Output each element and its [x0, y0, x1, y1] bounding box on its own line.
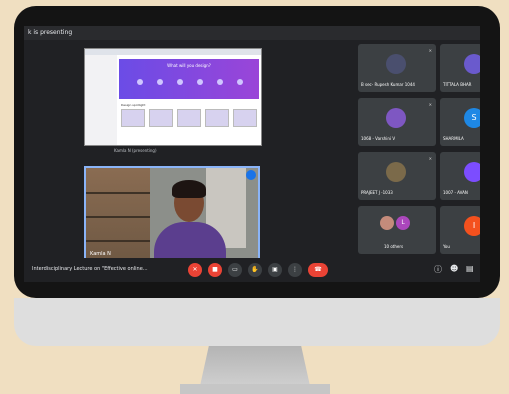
- meeting-title: Interdisciplinary Lecture on "Effective …: [32, 266, 148, 272]
- captions-icon[interactable]: ▭: [228, 263, 242, 277]
- monitor-stand-base: [180, 384, 330, 394]
- self-tile[interactable]: I You: [440, 206, 480, 254]
- meeting-controls-bar: Interdisciplinary Lecture on "Effective …: [24, 258, 480, 282]
- shared-banner-title: What will you design?: [167, 63, 211, 68]
- presenting-banner: k is presenting: [24, 26, 480, 40]
- background-shelf: [86, 168, 150, 260]
- participant-tile[interactable]: TITTALA BHAR: [440, 44, 480, 92]
- others-tile[interactable]: L 10 others: [358, 206, 436, 254]
- participant-avatar: [464, 162, 480, 182]
- participant-avatar: [386, 108, 406, 128]
- shared-thumbnail: [149, 109, 173, 127]
- speaking-indicator-icon: [246, 170, 256, 180]
- people-icon[interactable]: ☻: [450, 264, 458, 273]
- mic-off-icon[interactable]: ✕: [188, 263, 202, 277]
- participant-avatar: L: [396, 216, 410, 230]
- others-count: 10 others: [384, 244, 404, 249]
- monitor-stand: [200, 346, 310, 386]
- participant-tile[interactable]: ✕ B sec- Rupesh Kumar 1044: [358, 44, 436, 92]
- shared-dot-icon: [197, 79, 203, 85]
- participant-name: B sec- Rupesh Kumar 1044: [361, 82, 415, 87]
- participant-tile[interactable]: ✕ PRAJEET J -1033: [358, 152, 436, 200]
- more-icon[interactable]: ⋮: [288, 263, 302, 277]
- shared-thumbnail: [121, 109, 145, 127]
- mic-off-icon: ✕: [428, 102, 432, 107]
- shared-dot-icon: [177, 79, 183, 85]
- shared-thumbnail: [233, 109, 257, 127]
- shared-dot-icon: [217, 79, 223, 85]
- participant-name: TITTALA BHAR: [443, 82, 472, 87]
- shared-dot-icon: [237, 79, 243, 85]
- participant-tile[interactable]: ✕ 1068 - Varshini V: [358, 98, 436, 146]
- presenter-camera-tile[interactable]: Kamla N: [84, 166, 260, 262]
- participant-tile[interactable]: S SHARMILA: [440, 98, 480, 146]
- shared-banner: What will you design?: [119, 59, 259, 99]
- shared-sidebar: [85, 55, 117, 145]
- presenter-hair: [172, 180, 206, 198]
- participant-avatar: S: [464, 108, 480, 128]
- participant-name: You: [443, 244, 450, 249]
- participant-tile[interactable]: 1007 - AVAN: [440, 152, 480, 200]
- participant-name: 1068 - Varshini V: [361, 136, 396, 141]
- monitor-chin: [14, 298, 500, 346]
- participant-avatar: [380, 216, 394, 230]
- meet-window: k is presenting What will you design? De…: [24, 26, 480, 282]
- shared-thumbnail: [205, 109, 229, 127]
- info-icon[interactable]: ⓘ: [434, 264, 442, 275]
- camera-off-icon[interactable]: ■: [208, 263, 222, 277]
- present-icon[interactable]: ▣: [268, 263, 282, 277]
- shared-dot-icon: [157, 79, 163, 85]
- end-call-icon[interactable]: ☎: [308, 263, 328, 277]
- presenter-body: [154, 222, 226, 260]
- shared-section-label: Design spotlight: [121, 103, 146, 107]
- participant-avatar: [386, 162, 406, 182]
- participant-avatar: [386, 54, 406, 74]
- main-stage: What will you design? Design spotlight K…: [24, 40, 356, 262]
- mic-off-icon: ✕: [428, 48, 432, 53]
- participant-grid: ✕ B sec- Rupesh Kumar 1044 TITTALA BHAR …: [358, 44, 480, 256]
- participant-name: 1007 - AVAN: [443, 190, 468, 195]
- participant-name: PRAJEET J -1033: [361, 190, 393, 195]
- presenter-label: Kamla N (presenting): [114, 148, 157, 153]
- camera-name-label: Kamla N: [90, 251, 111, 257]
- shared-dot-icon: [137, 79, 143, 85]
- chat-icon[interactable]: ▤: [466, 264, 474, 273]
- participant-name: SHARMILA: [443, 136, 464, 141]
- raise-hand-icon[interactable]: ✋: [248, 263, 262, 277]
- mic-off-icon: ✕: [428, 156, 432, 161]
- screen-share-tile[interactable]: What will you design? Design spotlight: [84, 48, 262, 146]
- participant-avatar: [464, 54, 480, 74]
- self-avatar: I: [464, 216, 480, 236]
- shared-thumbnail: [177, 109, 201, 127]
